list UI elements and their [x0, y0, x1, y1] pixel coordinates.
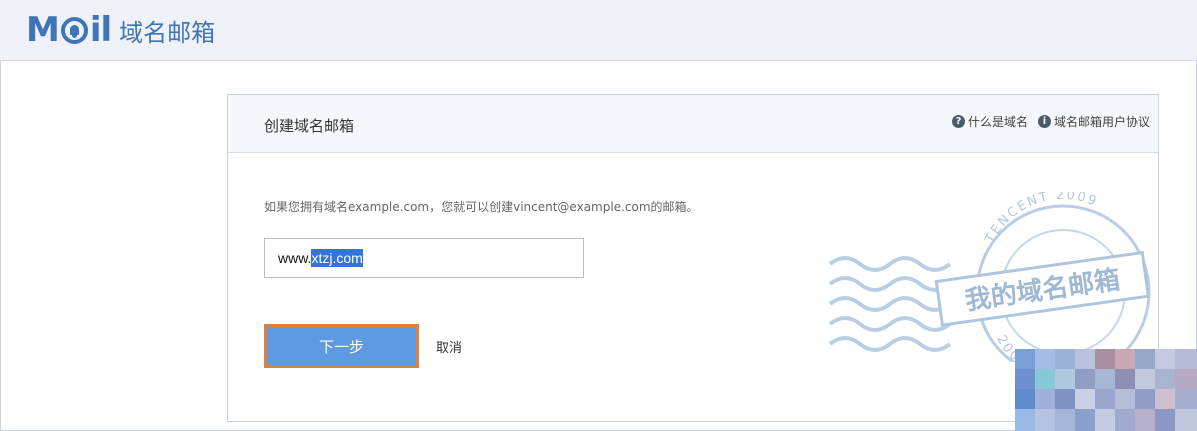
user-agreement-link[interactable]: i 域名邮箱用户协议: [1037, 113, 1150, 130]
user-agreement-label: 域名邮箱用户协议: [1053, 115, 1150, 129]
next-step-button[interactable]: 下一步: [264, 324, 419, 368]
what-is-domain-label: 什么是域名: [967, 115, 1028, 129]
postmark-ring-text-top: TENCENT 2009: [982, 192, 1100, 247]
pixelated-overlay: [1015, 349, 1197, 431]
description-text: 如果您拥有域名example.com，您就可以创建vincent@example…: [264, 200, 699, 214]
question-icon: ?: [951, 115, 965, 128]
postmark-stamp: TENCENT 2009 2009 TENCENT 我的域名邮箱: [828, 192, 1151, 362]
panel-title: 创建域名邮箱: [264, 117, 355, 135]
postmark-wavy-lines: [828, 256, 952, 352]
panel-header: 创建域名邮箱 ? 什么是域名 i 域名邮箱用户协议: [228, 95, 1158, 153]
logo-mark: Mil: [26, 10, 112, 50]
domain-input-selected-text: xtzj.com: [311, 249, 363, 267]
what-is-domain-link[interactable]: ? 什么是域名: [951, 113, 1028, 130]
bell-icon: [60, 16, 88, 44]
help-links: ? 什么是域名 i 域名邮箱用户协议: [942, 113, 1150, 130]
logo-text: 域名邮箱: [119, 18, 216, 47]
domain-input-prefix: www.: [278, 250, 312, 266]
cancel-link[interactable]: 取消: [436, 337, 462, 356]
top-header: Mil 域名邮箱: [0, 0, 1197, 61]
mail-logo[interactable]: Mil 域名邮箱: [26, 10, 215, 50]
info-icon: i: [1037, 115, 1051, 128]
domain-input[interactable]: www. xtzj.com: [264, 238, 584, 278]
